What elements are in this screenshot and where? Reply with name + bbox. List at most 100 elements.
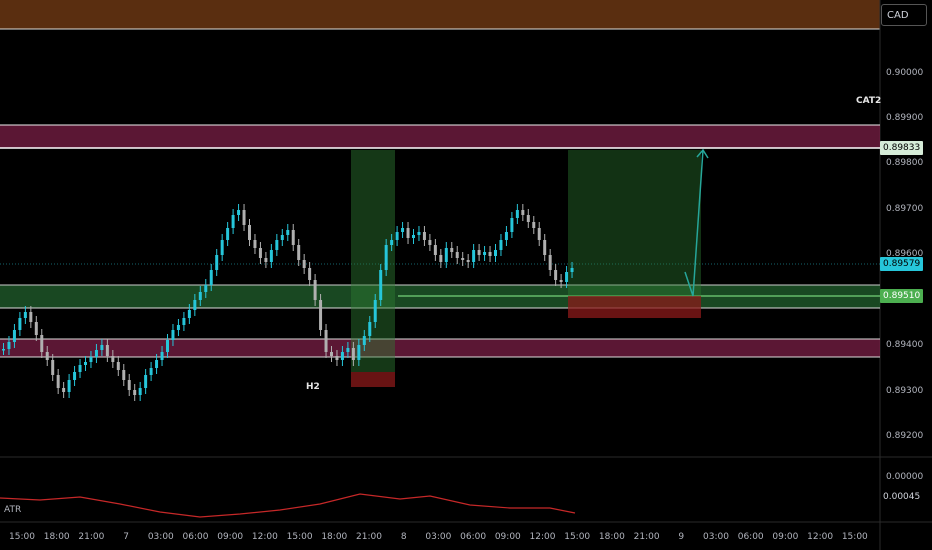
candle-body [340,352,344,360]
candle-body [220,240,224,255]
time-tick-label: 12:00 [530,532,556,542]
time-tick-label: 18:00 [599,532,625,542]
candle-body [368,322,372,336]
time-tick-label: 03:00 [703,532,729,542]
candle-body [2,349,5,351]
candle-body [450,248,454,252]
candle-body [302,260,306,268]
level-top-badge: 0.89833 [880,141,924,155]
candle-body [258,248,262,258]
time-tick-label: 15:00 [564,532,590,542]
candle-body [548,255,552,270]
candle-body [444,248,448,262]
time-tick-label: 8 [401,532,407,542]
time-tick-label: 21:00 [356,532,382,542]
candle-body [422,232,426,240]
time-tick-label: 15:00 [9,532,35,542]
candle-body [67,380,71,392]
supply-zone-upper [0,125,880,148]
candle-body [412,235,415,238]
last-price-badge: 0.89579 [880,257,924,271]
candle-body [330,352,333,356]
supply-zone-lower [0,339,880,357]
candle-body [171,330,175,340]
price-tick-label: 0.89700 [886,204,923,214]
candle-body [461,258,465,260]
candle-body [559,280,563,282]
candle-body [357,345,361,360]
candle-body [504,232,508,240]
candle-body [226,228,230,240]
candle-body [395,232,399,240]
candle-body [111,356,115,362]
candle-body [532,222,536,228]
candle-body [362,336,366,345]
price-tick-label: 0.00000 [886,472,923,482]
zone-label-cat2: CAT2 [856,96,882,106]
candle-body [237,210,241,215]
price-chart[interactable]: 0.900000.899000.898000.897000.896000.894… [0,0,932,550]
candle-body [144,375,148,388]
candle-body [176,325,180,330]
time-tick-label: 06:00 [460,532,486,542]
candle-body [29,312,33,322]
candle-body [373,300,377,322]
price-tick-label: 0.89400 [886,340,923,350]
atr-indicator-label: ATR [4,505,22,515]
candle-body [155,360,159,368]
candle-body [116,362,120,370]
price-tick-label: 0.89300 [886,386,923,396]
candle-body [417,232,421,235]
candle-body [379,270,383,300]
candle-body [406,228,410,238]
chart-window: 0.90000 0.89900 0.89800 0.89700 0.89600 0.894… [0,0,932,550]
candle-body [384,245,388,270]
candle-body [308,268,312,280]
time-tick-label: 09:00 [495,532,521,542]
candle-body [472,250,476,262]
candle-body [401,228,405,232]
candle-body [7,342,11,349]
candle-body [215,255,219,270]
time-tick-label: 12:00 [807,532,833,542]
position-box-2-profit [568,150,701,296]
candle-body [94,350,98,357]
candle-body [543,240,547,255]
candle-body [269,250,273,262]
price-tick-label: 0.90000 [886,68,923,78]
candle-body [78,365,82,372]
candle-body [324,330,328,352]
time-tick-label: 18:00 [44,532,70,542]
currency-button[interactable]: CAD [881,4,927,26]
time-tick-label: 09:00 [217,532,243,542]
candle-body [89,357,93,362]
top-band [0,0,880,29]
candle-body [515,210,519,218]
candle-body [209,270,213,285]
candle-body [138,388,142,395]
candle-body [166,340,169,352]
candle-body [537,228,541,240]
price-tick-label: 0.89200 [886,431,923,441]
time-tick-label: 03:00 [148,532,174,542]
candle-body [133,390,137,395]
candle-body [198,292,202,300]
candle-body [313,280,317,300]
time-tick-label: 15:00 [842,532,868,542]
candle-body [122,370,126,380]
time-tick-label: 7 [123,532,129,542]
candle-body [499,240,503,250]
time-tick-label: 03:00 [425,532,451,542]
candle-body [494,250,497,256]
candle-body [477,250,481,255]
candle-body [182,318,186,325]
candle-body [56,375,60,388]
candle-body [160,352,164,360]
candle-body [248,225,251,240]
candle-body [34,322,38,335]
time-tick-label: 06:00 [738,532,764,542]
time-tick-label: 18:00 [321,532,347,542]
candle-body [105,345,109,356]
position-box-1-profit [351,150,395,372]
candle-body [351,348,355,360]
